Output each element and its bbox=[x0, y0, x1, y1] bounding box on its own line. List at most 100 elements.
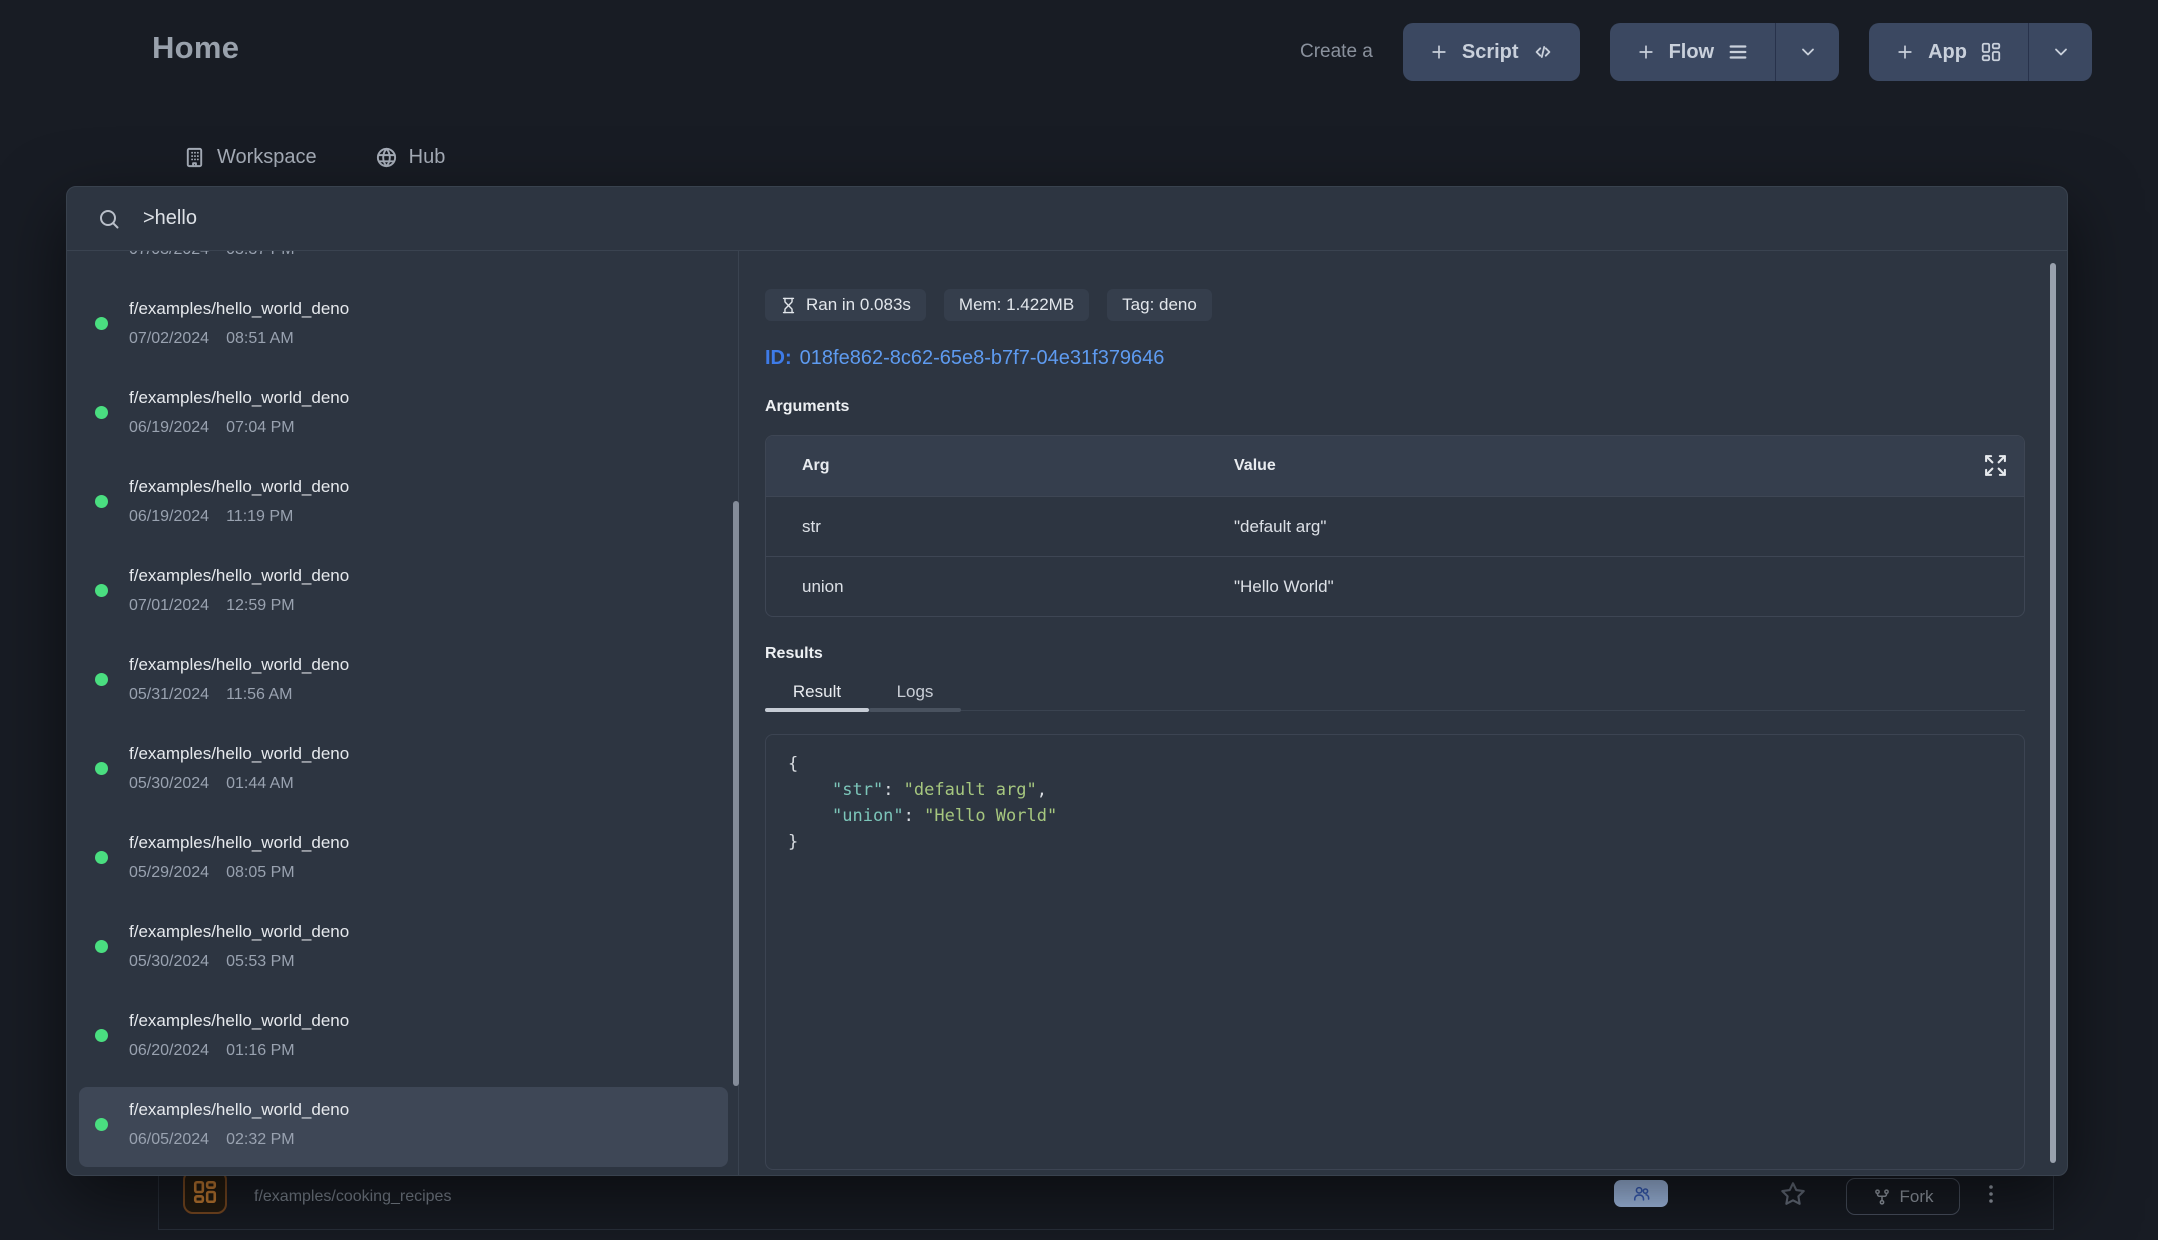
result-json-viewer[interactable]: {"str": "default arg","union": "Hello Wo… bbox=[765, 734, 2025, 1170]
kebab-menu-icon[interactable] bbox=[1979, 1182, 2003, 1206]
tab-logs[interactable]: Logs bbox=[869, 676, 961, 708]
run-time: 11:56 AM bbox=[226, 686, 292, 703]
list-item[interactable]: f/examples/hello_world_deno 07/01/2024 12:… bbox=[79, 553, 728, 633]
chevron-down-icon bbox=[2051, 42, 2071, 62]
list-item[interactable]: f/examples/hello_world_deno05/30/202401:… bbox=[79, 731, 728, 811]
create-app-button-group: App bbox=[1869, 23, 2092, 81]
run-results-list: f/examples/hello_world_deno07/03/202403:… bbox=[67, 251, 739, 1175]
list-item[interactable]: f/examples/hello_world_deno07/02/202408:… bbox=[79, 286, 728, 366]
json-value: "Hello World" bbox=[924, 806, 1057, 826]
success-dot-icon bbox=[95, 584, 108, 597]
search-bar[interactable]: >hello bbox=[67, 187, 2067, 251]
table-row: union "Hello World" bbox=[766, 556, 2024, 616]
success-dot-icon bbox=[95, 1118, 108, 1131]
arg-value: "Hello World" bbox=[1234, 577, 1334, 597]
json-key: "union" bbox=[832, 806, 904, 826]
tab-workspace-label: Workspace bbox=[217, 146, 317, 169]
arguments-table: Arg Value str "default arg" union "Hello… bbox=[765, 435, 2025, 617]
memory-badge-label: Mem: 1.422MB bbox=[959, 295, 1074, 315]
run-time: 12:59 PM bbox=[226, 597, 294, 614]
table-row: str "default arg" bbox=[766, 496, 2024, 556]
run-time: 05:53 PM bbox=[226, 953, 294, 970]
workspace-hub-tabs: Workspace Hub bbox=[183, 146, 445, 169]
list-item[interactable]: f/examples/hello_world_deno 06/19/2024 11:… bbox=[79, 464, 728, 544]
run-date: 05/29/2024 bbox=[129, 864, 209, 881]
search-input[interactable]: >hello bbox=[143, 207, 197, 230]
create-app-button[interactable]: App bbox=[1869, 23, 2028, 81]
expand-icon[interactable] bbox=[1983, 453, 2008, 478]
list-item[interactable]: f/examples/hello_world_deno05/31/202411:… bbox=[79, 642, 728, 722]
run-date: 05/30/2024 bbox=[129, 775, 209, 792]
run-path: f/examples/hello_world_deno bbox=[129, 299, 720, 319]
run-time: 01:44 AM bbox=[226, 775, 294, 792]
run-date: 06/20/2024 bbox=[129, 1042, 209, 1059]
arg-name: str bbox=[766, 517, 1234, 537]
create-flow-button[interactable]: Flow bbox=[1610, 23, 1776, 81]
run-date: 05/30/2024 bbox=[129, 953, 209, 970]
success-dot-icon bbox=[95, 495, 108, 508]
tag-badge: Tag: deno bbox=[1107, 289, 1212, 321]
inactive-tab-underline bbox=[869, 708, 961, 712]
fork-button[interactable]: Fork bbox=[1846, 1178, 1960, 1215]
list-item[interactable]: f/examples/hello_world_deno05/29/202408:… bbox=[79, 820, 728, 900]
run-time: 02:32 PM bbox=[226, 1131, 294, 1148]
run-date: 06/19/2024 bbox=[129, 419, 209, 436]
run-time: 08:05 PM bbox=[226, 864, 294, 881]
run-date: 06/19/2024 bbox=[129, 508, 209, 525]
fork-button-label: Fork bbox=[1900, 1187, 1934, 1207]
flow-button-label: Flow bbox=[1669, 41, 1715, 64]
success-dot-icon bbox=[95, 406, 108, 419]
results-title: Results bbox=[765, 645, 2023, 663]
run-id-label: ID: bbox=[765, 347, 792, 369]
run-date: 07/02/2024 bbox=[129, 330, 209, 347]
run-detail-pane: Ran in 0.083s Mem: 1.422MB Tag: deno ID:… bbox=[739, 251, 2067, 1175]
run-time: 07:04 PM bbox=[226, 419, 294, 436]
flow-dropdown-button[interactable] bbox=[1775, 23, 1839, 81]
run-path: f/examples/hello_world_deno bbox=[129, 922, 720, 942]
runtime-badge: Ran in 0.083s bbox=[765, 289, 926, 321]
app-dropdown-button[interactable] bbox=[2028, 23, 2092, 81]
building-icon bbox=[183, 146, 206, 169]
json-line: "str": "default arg", bbox=[788, 777, 2002, 803]
tab-result[interactable]: Result bbox=[765, 676, 869, 708]
script-button-label: Script bbox=[1462, 41, 1519, 64]
run-time: 11:19 PM bbox=[226, 508, 293, 525]
json-separator: : bbox=[883, 780, 903, 800]
search-icon bbox=[97, 207, 121, 231]
run-path: f/examples/hello_world_deno bbox=[129, 655, 720, 675]
plus-icon bbox=[1429, 42, 1449, 62]
detail-scrollbar[interactable] bbox=[2050, 263, 2056, 1163]
tab-workspace[interactable]: Workspace bbox=[183, 146, 317, 169]
list-item-selected[interactable]: f/examples/hello_world_deno06/05/202402:… bbox=[79, 1087, 728, 1167]
tab-hub[interactable]: Hub bbox=[375, 146, 446, 169]
globe-icon bbox=[375, 146, 398, 169]
list-scrollbar[interactable] bbox=[733, 501, 739, 1086]
app-button-label: App bbox=[1928, 41, 1967, 64]
run-path: f/examples/hello_world_deno bbox=[129, 1100, 720, 1120]
list-item[interactable]: f/examples/hello_world_deno 06/19/2024 07:… bbox=[79, 375, 728, 455]
arg-name: union bbox=[766, 577, 1234, 597]
run-id-link[interactable]: 018fe862-8c62-65e8-b7f7-04e31f379646 bbox=[800, 347, 1165, 369]
page-title: Home bbox=[152, 30, 239, 66]
success-dot-icon bbox=[95, 1029, 108, 1042]
list-item[interactable]: f/examples/hello_world_deno 05/30/2024 05:… bbox=[79, 909, 728, 989]
run-path: f/examples/hello_world_deno bbox=[129, 566, 720, 586]
run-id-line: ID: 018fe862-8c62-65e8-b7f7-04e31f379646 bbox=[765, 347, 2023, 370]
shared-users-badge bbox=[1614, 1180, 1668, 1207]
json-brace-close: } bbox=[788, 829, 2002, 855]
item-path: f/examples/cooking_recipes bbox=[254, 1188, 451, 1206]
chevron-down-icon bbox=[1798, 42, 1818, 62]
list-item[interactable]: f/examples/hello_world_deno07/03/202403:… bbox=[79, 251, 728, 277]
runtime-badge-label: Ran in 0.083s bbox=[806, 295, 911, 315]
success-dot-icon bbox=[95, 317, 108, 330]
success-dot-icon bbox=[95, 762, 108, 775]
run-date: 07/01/2024 bbox=[129, 597, 209, 614]
run-path: f/examples/hello_world_deno bbox=[129, 477, 720, 497]
favorite-star-icon[interactable] bbox=[1779, 1180, 1807, 1208]
plus-icon bbox=[1636, 42, 1656, 62]
list-item[interactable]: f/examples/hello_world_deno06/20/202401:… bbox=[79, 998, 728, 1078]
create-a-label: Create a bbox=[1300, 41, 1373, 63]
run-path: f/examples/hello_world_deno bbox=[129, 388, 720, 408]
run-path: f/examples/hello_world_deno bbox=[129, 1011, 720, 1031]
create-script-button[interactable]: Script bbox=[1403, 23, 1580, 81]
